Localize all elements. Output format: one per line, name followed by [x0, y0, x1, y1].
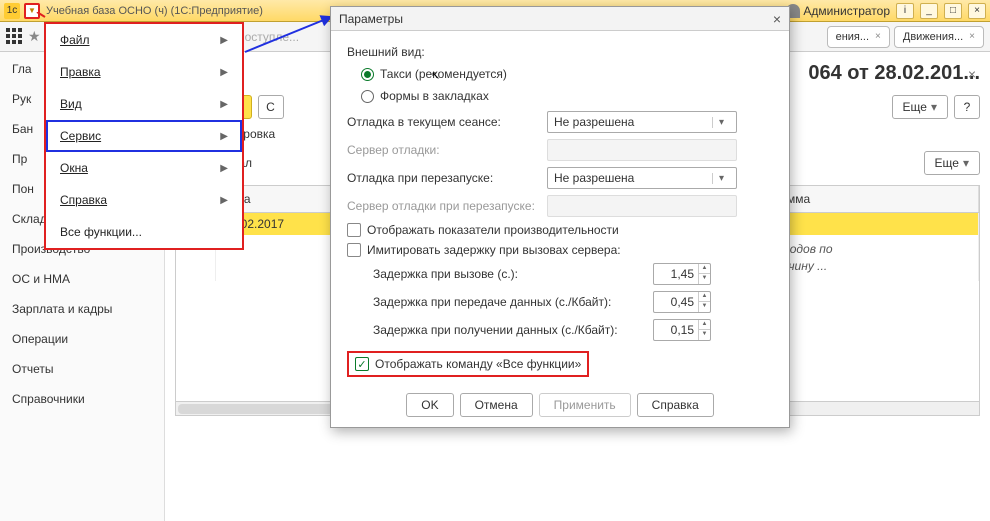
app-1c-icon: 1c [4, 3, 20, 19]
minimize-icon[interactable]: _ [920, 3, 938, 19]
maximize-icon[interactable]: □ [944, 3, 962, 19]
tab-movements-1[interactable]: ения... × [827, 26, 890, 48]
[interactable]: Справка [637, 393, 714, 417]
tab-movements-2[interactable]: Движения... × [894, 26, 984, 48]
sidebar-item-catalogs[interactable]: Справочники [0, 384, 164, 414]
window-title: Учебная база ОСНО (ч) (1С:Предприятие) [46, 5, 263, 17]
debug-server-label: Сервер отладки: [347, 143, 547, 157]
parameters-dialog: Параметры × Внешний вид: Такси (рекоменд… [330, 6, 790, 428]
close-icon[interactable]: × [969, 31, 975, 42]
menu-windows[interactable]: Окна▶ [46, 152, 242, 184]
debug-server-restart-input [547, 195, 737, 217]
cancel-button[interactable]: Отмена [460, 393, 533, 417]
star-icon[interactable]: ★ [28, 28, 41, 45]
simulate-delay-checkbox[interactable]: Имитировать задержку при вызовах сервера… [347, 243, 773, 257]
sidebar-item-fixed-assets[interactable]: ОС и НМА [0, 264, 164, 294]
menu-service[interactable]: Сервис▶ [46, 120, 242, 152]
sidebar-item-operations[interactable]: Операции [0, 324, 164, 354]
debug-server-input [547, 139, 737, 161]
delay-send-input[interactable]: 0,45 ▲▼ [653, 291, 711, 313]
appearance-label: Внешний вид: [347, 45, 773, 59]
refresh-button[interactable]: С [258, 95, 284, 119]
more-button-2[interactable]: Еще▾ [924, 151, 980, 175]
delay-send-label: Задержка при передаче данных (с./Кбайт): [373, 295, 653, 309]
debug-restart-label: Отладка при перезапуске: [347, 171, 547, 185]
debug-session-label: Отладка в текущем сеансе: [347, 115, 547, 129]
menu-edit[interactable]: Правка▶ [46, 56, 242, 88]
radio-tabs[interactable]: Формы в закладках [361, 89, 773, 103]
delay-recv-input[interactable]: 0,15 ▲▼ [653, 319, 711, 341]
menu-view[interactable]: Вид▶ [46, 88, 242, 120]
close-icon[interactable]: × [968, 66, 976, 82]
close-icon[interactable]: × [875, 31, 881, 42]
delay-call-input[interactable]: 1,45 ▲▼ [653, 263, 711, 285]
checkbox-icon [347, 243, 361, 257]
apps-grid-icon[interactable] [6, 28, 24, 46]
delay-call-label: Задержка при вызове (с.): [373, 267, 653, 281]
checkbox-icon [347, 223, 361, 237]
dialog-footer: OK Отмена Применить Справка [331, 385, 789, 427]
info-icon[interactable]: i [896, 3, 914, 19]
radio-icon [361, 68, 374, 81]
all-functions-checkbox[interactable]: ✓ Отображать команду «Все функции» [347, 351, 589, 377]
menu-file[interactable]: Файл▶ [46, 24, 242, 56]
main-menu-dropdown-icon[interactable]: ▼ [24, 3, 40, 19]
close-icon[interactable]: × [968, 3, 986, 19]
perf-indicators-checkbox[interactable]: Отображать показатели производительности [347, 223, 773, 237]
apply-button[interactable]: Применить [539, 393, 631, 417]
debug-server-restart-label: Сервер отладки при перезапуске: [347, 199, 547, 213]
close-icon[interactable]: × [773, 11, 781, 27]
checkbox-checked-icon: ✓ [355, 357, 369, 371]
dialog-title-bar[interactable]: Параметры × [331, 7, 789, 31]
delay-recv-label: Задержка при получении данных (с./Кбайт)… [373, 323, 653, 337]
sidebar-item-salary[interactable]: Зарплата и кадры [0, 294, 164, 324]
sidebar-item-reports[interactable]: Отчеты [0, 354, 164, 384]
more-button[interactable]: Еще▾ [892, 95, 948, 119]
radio-icon [361, 90, 374, 103]
ok-button[interactable]: OK [406, 393, 453, 417]
menu-all-functions[interactable]: Все функции... [46, 216, 242, 248]
radio-taxi[interactable]: Такси (рекомендуется) ↖ [361, 67, 773, 81]
main-menu-popup: Файл▶ Правка▶ Вид▶ Сервис▶ Окна▶ Справка… [44, 22, 244, 250]
breadcrumb-fragment: оступле... [245, 30, 299, 44]
dialog-title: Параметры [339, 12, 403, 26]
user-label[interactable]: Администратор [786, 4, 890, 18]
debug-restart-select[interactable]: Не разрешена▾ [547, 167, 737, 189]
menu-help[interactable]: Справка▶ [46, 184, 242, 216]
debug-session-select[interactable]: Не разрешена▾ [547, 111, 737, 133]
help-button[interactable]: ? [954, 95, 980, 119]
col-sum[interactable]: мма [779, 186, 979, 212]
